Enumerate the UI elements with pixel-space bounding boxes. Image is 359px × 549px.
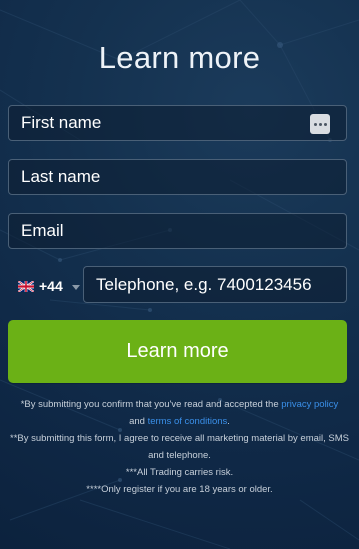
telephone-input[interactable] [84,267,346,302]
disclaimer-period: . [227,416,230,427]
disclaimer-risk: ***All Trading carries risk. [125,467,234,478]
lead-form: Learn more +44 Learn more *By submitting… [0,0,359,549]
learn-more-button[interactable]: Learn more [8,320,347,383]
last-name-field[interactable] [8,159,347,195]
uk-flag-icon [18,280,34,292]
country-code-value: +44 [39,278,63,294]
email-input[interactable] [9,214,346,248]
first-name-field[interactable] [8,105,347,141]
disclaimer-age: ****Only register if you are 18 years or… [86,484,273,495]
privacy-policy-link[interactable]: privacy policy [281,399,338,410]
terms-of-conditions-link[interactable]: terms of conditions [148,416,228,427]
telephone-field[interactable] [83,266,347,303]
disclaimer: *By submitting you confirm that you've r… [4,396,355,498]
disclaimer-marketing: **By submitting this form, I agree to re… [10,433,349,461]
chevron-down-icon [71,284,80,290]
contact-card-icon[interactable] [310,114,330,134]
email-field[interactable] [8,213,347,249]
disclaimer-consent-text: *By submitting you confirm that you've r… [20,399,282,410]
country-code-select[interactable]: +44 [18,278,80,294]
last-name-input[interactable] [9,160,346,194]
disclaimer-line-1: *By submitting you confirm that you've r… [4,396,355,413]
disclaimer-line-2: and terms of conditions. [4,413,355,430]
disclaimer-and-text: and [129,416,148,427]
first-name-input[interactable] [9,106,346,140]
form-title: Learn more [98,40,261,75]
